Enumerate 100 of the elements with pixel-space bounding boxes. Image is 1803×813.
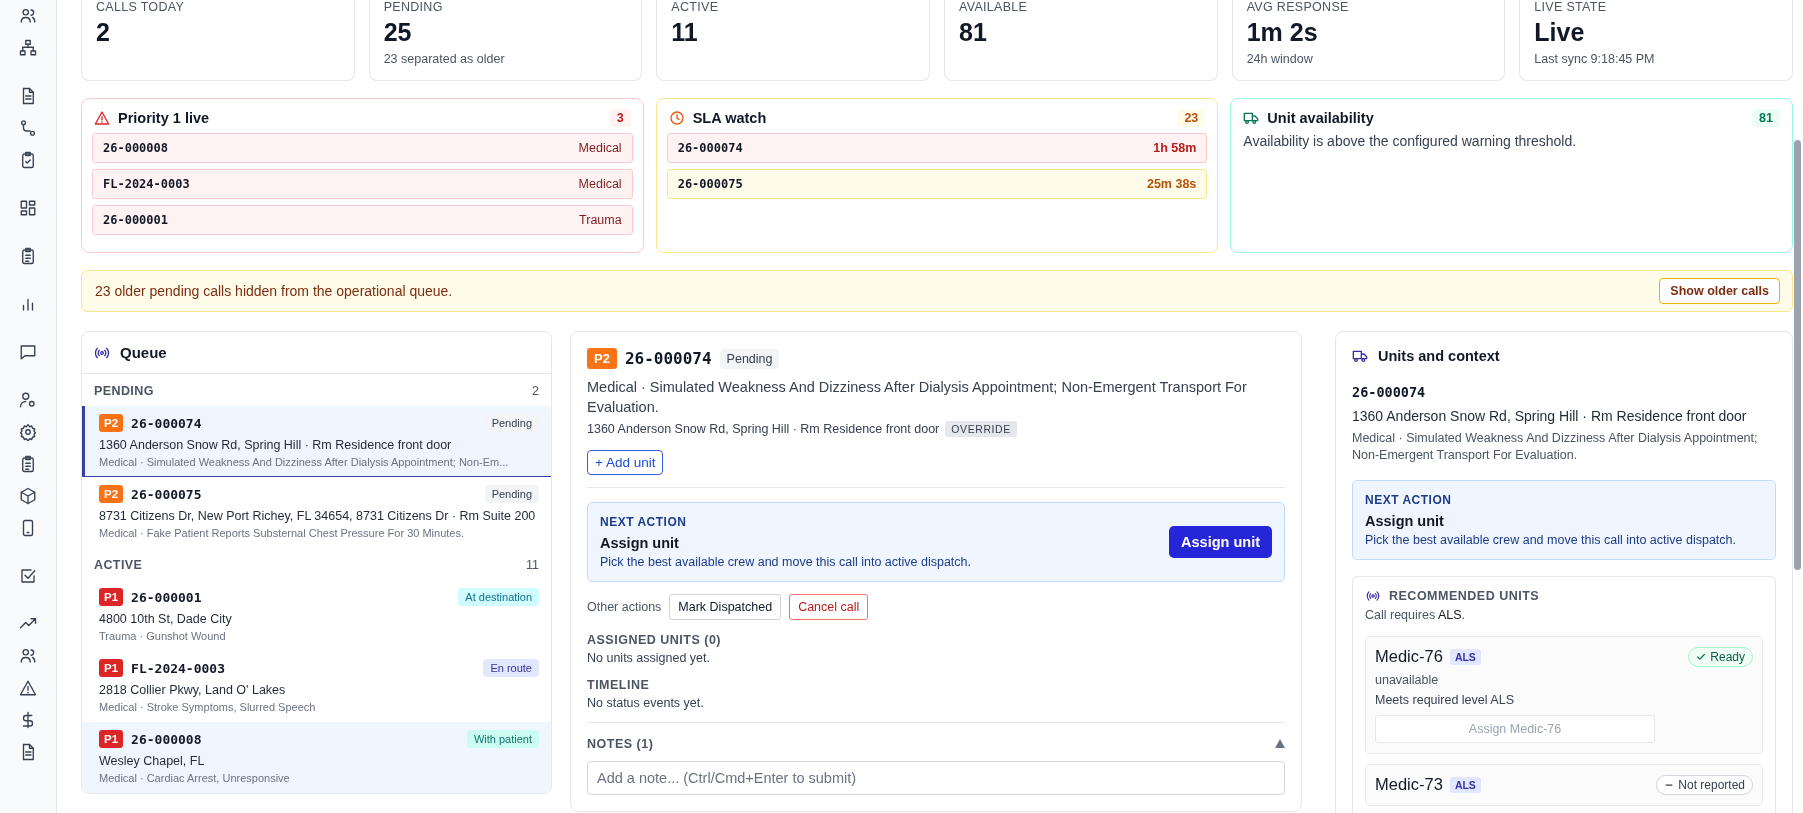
next-action-label: NEXT ACTION — [600, 514, 688, 529]
call-id: FL-2024-0003 — [103, 177, 190, 191]
stat-label: LIVE STATE — [1534, 0, 1607, 14]
count-badge: 81 — [1752, 109, 1780, 127]
radio-icon — [1365, 588, 1381, 603]
stat-value: 11 — [671, 18, 698, 47]
call-id: 26-000008 — [131, 731, 203, 747]
next-action-title: Assign unit — [1365, 512, 1445, 529]
clipboard-check-icon[interactable] — [19, 151, 37, 169]
call-id: 26-000074 — [624, 349, 712, 368]
address-text: 2818 Collier Pkwy, Land O' Lakes — [99, 683, 287, 697]
stat-value: 81 — [959, 18, 987, 47]
status-badge: Not reported — [1656, 774, 1753, 795]
note-input[interactable]: Add a note... (Ctrl/Cmd+Enter to submit) — [587, 760, 1285, 795]
stat-value: 2 — [96, 18, 110, 47]
call-id: FL-2024-0003 — [131, 660, 226, 676]
next-action-text: Pick the best available crew and move this call into active dispatch. — [600, 554, 972, 569]
queue-item[interactable]: P2 26-000074 Pending 1360 Anderson Snow Rd, Spring Hill · Rm Residence front door Medical · Simulated Weakness And Dizziness After Dialysis Appointment; Non-Em... — [82, 406, 551, 477]
call-id: 26-000074 — [131, 415, 203, 431]
alert-row[interactable]: 26-000075 25m 38s — [666, 169, 1208, 199]
section-heading: RECOMMENDED UNITS — [1389, 588, 1540, 603]
unit-name: Medic-73 — [1375, 775, 1443, 795]
check-square-icon[interactable] — [19, 567, 37, 585]
status-badge: Pending — [719, 348, 780, 369]
address-text: 1360 Anderson Snow Rd, Spring Hill · Rm Residence front door — [99, 438, 453, 452]
add-unit-button[interactable]: + Add unit — [587, 449, 664, 475]
call-id: 26-000001 — [131, 589, 203, 605]
section-heading: ASSIGNED UNITS (0) — [587, 632, 722, 647]
description-text: Medical · Simulated Weakness And Dizziness After Dialysis Appointment; Non-Emergent Transport For Evaluation. — [1352, 430, 1759, 464]
section-count: 2 — [532, 384, 539, 398]
call-id: 26-000074 — [677, 141, 743, 155]
empty-text: No status events yet. — [587, 695, 705, 710]
section-count: 11 — [526, 558, 539, 572]
address-text: 1360 Anderson Snow Rd, Spring Hill · Rm Residence front door — [587, 421, 940, 436]
panel-title: Queue — [120, 344, 167, 361]
other-actions-label: Other actions — [587, 599, 662, 614]
status-badge: Pending — [484, 485, 539, 503]
queue-item[interactable]: P2 26-000075 Pending 8731 Citizens Dr, New Port Richey, FL 34654, 8731 Citizens Dr · Rm Suite 200 Medical · Fake Patient Reports Substernal Chest Pressure For 30 Minutes. — [82, 477, 551, 548]
alert-row[interactable]: FL-2024-0003 Medical — [92, 169, 633, 199]
cube-icon[interactable] — [19, 487, 37, 505]
status-badge: At destination — [458, 588, 539, 606]
users-icon[interactable] — [19, 647, 37, 665]
stat-note: 24h window — [1246, 52, 1313, 66]
stat-value: 25 — [383, 18, 412, 47]
priority-badge: P1 — [99, 659, 124, 677]
queue-item[interactable]: P1 26-000001 At destination 4800 10th St, Dade City Trauma · Gunshot Wound — [82, 580, 551, 651]
hierarchy-icon[interactable] — [19, 39, 37, 57]
unit-name: Medic-76 — [1375, 647, 1443, 667]
action-button[interactable]: Mark Dispatched — [669, 593, 782, 620]
alert-detail: 25m 38s — [1146, 177, 1197, 191]
next-action-label: NEXT ACTION — [1365, 492, 1453, 507]
status-badge: En route — [483, 659, 539, 677]
alert-title: SLA watch — [692, 110, 768, 126]
users-icon[interactable] — [19, 7, 37, 25]
collapse-icon[interactable] — [1275, 739, 1285, 749]
panel-title: Units and context — [1378, 348, 1500, 364]
priority-badge: P2 — [99, 414, 124, 432]
call-id: 26-000075 — [677, 177, 743, 191]
warning-icon[interactable] — [19, 679, 37, 697]
check-icon — [1696, 651, 1707, 662]
section-heading: NOTES (1) — [587, 736, 654, 751]
priority-badge: P2 — [587, 348, 617, 369]
clock-icon — [668, 110, 685, 126]
action-button[interactable]: Cancel call — [789, 593, 869, 620]
alert-row[interactable]: 26-000001 Trauma — [92, 205, 633, 235]
clipboard-icon[interactable] — [19, 247, 37, 265]
match-text: Meets required level ALS — [1375, 692, 1515, 707]
stat-label: PENDING — [383, 0, 443, 14]
chat-icon[interactable] — [19, 343, 37, 361]
banner-text: 23 older pending calls hidden from the operational queue. — [95, 283, 453, 299]
address-text: Wesley Chapel, FL — [99, 754, 206, 768]
truck-icon — [1352, 348, 1368, 364]
alert-row[interactable]: 26-000008 Medical — [92, 133, 633, 163]
queue-item[interactable]: P1 26-000008 With patient Wesley Chapel, FL Medical · Cardiac Arrest, Unresponsive — [82, 722, 551, 793]
status-badge: Ready — [1688, 646, 1753, 667]
address-text: 4800 10th St, Dade City — [99, 612, 233, 626]
description-text: Medical · Cardiac Arrest, Unresponsive — [99, 772, 291, 784]
alert-title: Unit availability — [1267, 110, 1375, 126]
priority-badge: P1 — [99, 588, 124, 606]
alert-row[interactable]: 26-000074 1h 58m — [666, 133, 1208, 163]
alert-detail: Trauma — [579, 213, 622, 227]
call-id: 26-000075 — [131, 486, 203, 502]
alert-detail: Medical — [578, 141, 622, 155]
show-older-button[interactable]: Show older calls — [1659, 278, 1780, 304]
description-text: Trauma · Gunshot Wound — [99, 630, 227, 642]
user-gear-icon[interactable] — [19, 391, 37, 409]
stat-label: AVG RESPONSE — [1246, 0, 1349, 14]
settings-icon[interactable] — [19, 423, 37, 441]
stat-label: CALLS TODAY — [96, 0, 185, 14]
call-id: 26-000001 — [103, 213, 169, 227]
scrollbar-thumb[interactable] — [1794, 140, 1801, 570]
grid-icon[interactable] — [19, 199, 37, 217]
assign-unit-button[interactable]: Assign unit — [1169, 525, 1272, 558]
stat-note: Last sync 9:18:45 PM — [1534, 52, 1655, 66]
queue-item[interactable]: P1 FL-2024-0003 En route 2818 Collier Pkwy, Land O' Lakes Medical · Stroke Symptoms, Slurred Speech — [82, 651, 551, 722]
description-text: Medical · Simulated Weakness And Dizziness After Dialysis Appointment; Non-Em... — [99, 456, 510, 468]
address-text: 8731 Citizens Dr, New Port Richey, FL 34654, 8731 Citizens Dr · Rm Suite 200 — [99, 509, 537, 523]
clipboard-icon[interactable] — [19, 455, 37, 473]
alert-detail: Medical — [578, 177, 622, 191]
route-icon[interactable] — [19, 119, 37, 137]
